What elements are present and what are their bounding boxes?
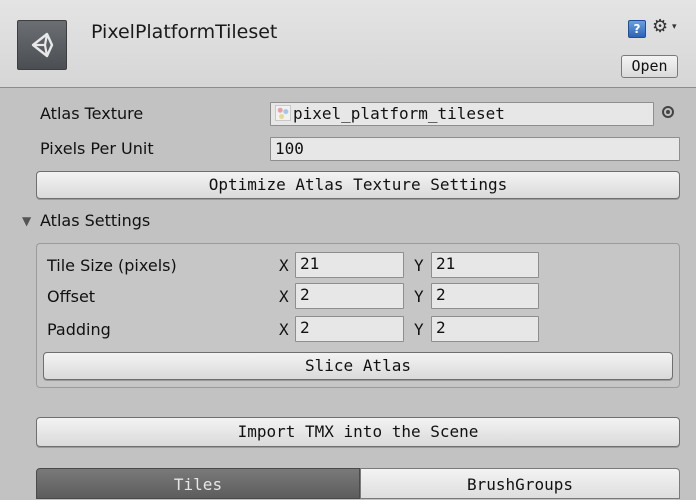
offset-x-field[interactable]: 2 [295,283,404,309]
gear-icon[interactable]: ⚙ [652,16,668,37]
tile-size-label: Tile Size (pixels) [47,256,177,275]
optimize-atlas-button[interactable]: Optimize Atlas Texture Settings [36,171,680,199]
object-picker-icon[interactable] [662,106,674,118]
atlas-texture-value: pixel_platform_tileset [293,104,505,123]
inspector-header [0,0,696,88]
atlas-texture-label: Atlas Texture [40,104,144,123]
padding-x-label: X [279,320,289,339]
import-tmx-button[interactable]: Import TMX into the Scene [36,417,680,447]
tab-brushgroups[interactable]: BrushGroups [360,468,680,499]
atlas-texture-field[interactable]: pixel_platform_tileset [270,102,654,126]
texture-thumbnail-icon [275,105,291,121]
unity-logo-icon [17,20,67,70]
offset-label: Offset [47,287,96,306]
slice-atlas-button[interactable]: Slice Atlas [43,352,673,380]
padding-y-field[interactable]: 2 [431,316,539,342]
asset-title: PixelPlatformTileset [91,21,278,43]
open-button[interactable]: Open [621,55,678,78]
pixels-per-unit-label: Pixels Per Unit [40,139,154,158]
tile-size-y-label: Y [414,256,424,275]
pixels-per-unit-field[interactable]: 100 [270,137,680,161]
help-book-icon[interactable]: ? [628,20,646,38]
atlas-settings-foldout[interactable]: Atlas Settings [40,211,150,230]
padding-x-field[interactable]: 2 [295,316,404,342]
offset-y-field[interactable]: 2 [431,283,539,309]
offset-y-label: Y [414,287,424,306]
tile-size-x-field[interactable]: 21 [295,252,404,278]
tile-size-x-label: X [279,256,289,275]
gear-dropdown-caret-icon[interactable]: ▾ [672,22,677,32]
foldout-arrow-icon[interactable]: ▼ [22,214,31,228]
tab-tiles[interactable]: Tiles [36,468,360,499]
tile-size-y-field[interactable]: 21 [431,252,539,278]
padding-label: Padding [47,320,111,339]
offset-x-label: X [279,287,289,306]
padding-y-label: Y [414,320,424,339]
